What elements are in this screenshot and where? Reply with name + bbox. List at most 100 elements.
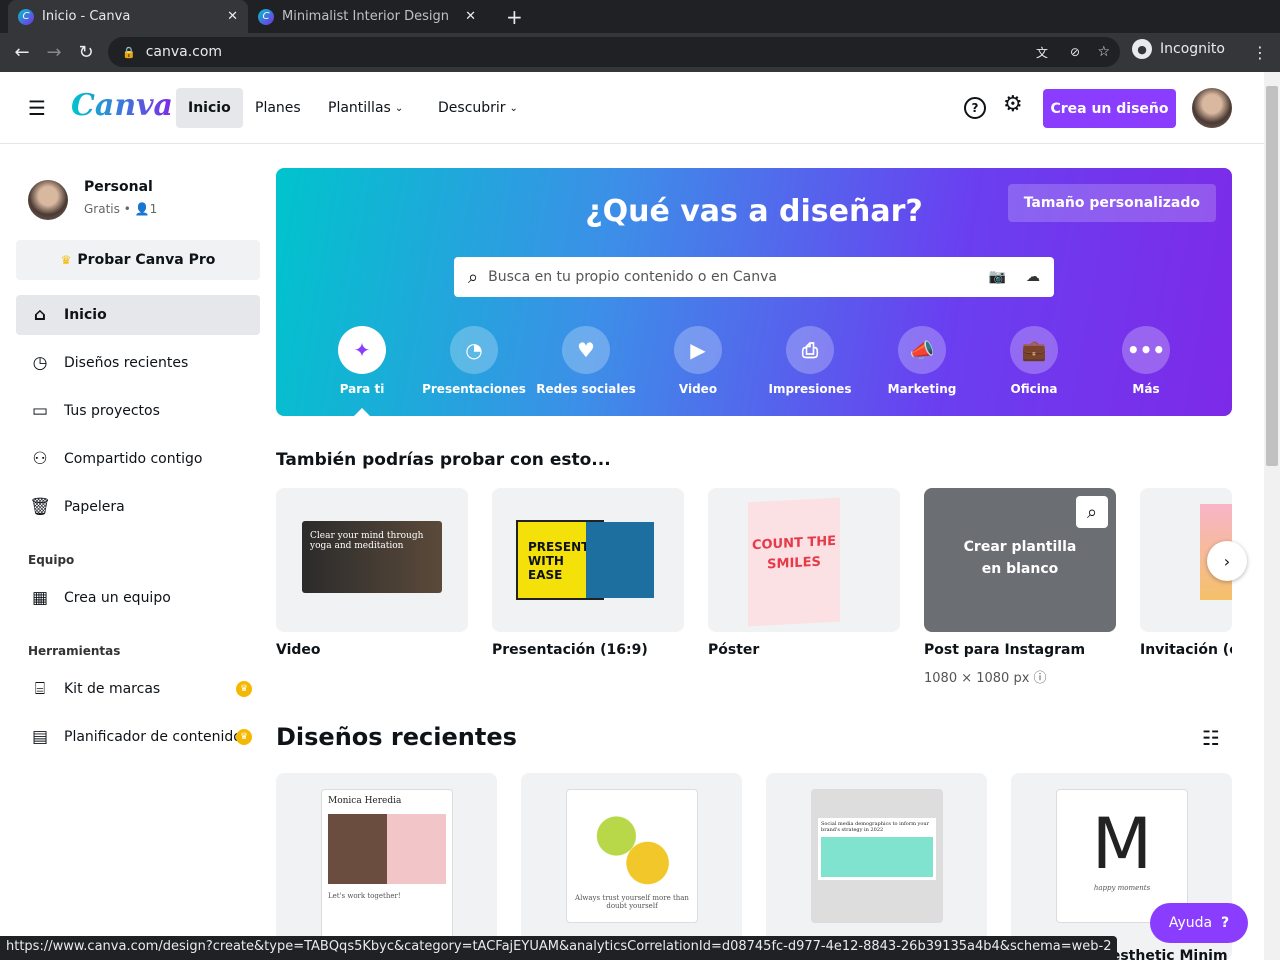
people-icon: ⚇ (32, 449, 48, 469)
canva-favicon-icon: C (258, 8, 274, 25)
upload-cloud-icon[interactable]: ☁ (1026, 269, 1040, 285)
nav-inicio[interactable]: Inicio (176, 88, 243, 128)
incognito-indicator[interactable]: ● Incognito (1132, 39, 1225, 59)
briefcase-icon: 💼 (1010, 326, 1058, 374)
building-icon: ▦ (31, 588, 49, 608)
category-presentaciones[interactable]: ◔ Presentaciones (418, 326, 530, 396)
folder-icon: ▭ (31, 401, 49, 421)
lock-icon: 🔒 (122, 45, 136, 59)
card-dimensions: 1080 × 1080 px ⓘ (924, 671, 1047, 686)
help-icon[interactable]: ? (964, 97, 986, 119)
eye-off-icon[interactable]: ⊘ (1070, 45, 1080, 59)
suggestion-card-poster[interactable]: COUNT THE SMILES (708, 488, 900, 632)
nav-planes[interactable]: Planes (243, 88, 313, 128)
category-redes-sociales[interactable]: ♥ Redes sociales (530, 326, 642, 396)
sidebar-item-projects[interactable]: ▭ Tus proyectos (16, 391, 260, 431)
nav-plantillas[interactable]: Plantillas ⌄ (316, 88, 415, 128)
video-camera-icon: ▶ (674, 326, 722, 374)
sidebar-item-planner[interactable]: ▤ Planificador de contenido ♛ (16, 717, 260, 757)
translate-icon[interactable]: 文 (1036, 44, 1048, 61)
members-icon: 👤 (134, 202, 150, 216)
suggestions-heading: También podrías probar con esto... (276, 450, 611, 470)
account-name[interactable]: Personal (84, 179, 153, 195)
card-label: Invitación (cu (1140, 642, 1232, 658)
carousel-next-chevron-icon[interactable]: › (1207, 541, 1247, 581)
tab-minimalist-interior[interactable]: C Minimalist Interior Design ✕ (248, 0, 486, 33)
browser-toolbar: ← → ↻ 🔒 canva.com 文 ⊘ ☆ ● Incognito ⋮ (0, 33, 1280, 72)
menu-kebab-icon[interactable]: ⋮ (1252, 43, 1268, 62)
reload-icon[interactable]: ↻ (70, 42, 102, 63)
blank-template-overlay: Crear plantilla en blanco (963, 539, 1077, 577)
back-icon[interactable]: ← (6, 42, 38, 63)
category-video[interactable]: ▶ Video (642, 326, 754, 396)
suggestion-card-video[interactable]: Clear your mind through yoga and meditat… (276, 488, 468, 632)
sidebar-item-recent[interactable]: ◷ Diseños recientes (16, 343, 260, 383)
close-tab-icon[interactable]: ✕ (465, 9, 476, 24)
crown-icon: ♛ (60, 253, 72, 267)
recent-design-card[interactable]: Monica Heredia Let's work together! (276, 773, 497, 960)
category-impresiones[interactable]: ⎙ Impresiones (754, 326, 866, 396)
forward-icon[interactable]: → (38, 42, 70, 63)
card-label: Aesthetic Minim (1100, 948, 1228, 964)
heart-icon: ♥ (562, 326, 610, 374)
star-icon[interactable]: ☆ (1097, 44, 1110, 60)
new-tab-button[interactable]: + (496, 0, 533, 33)
suggestion-card-presentation[interactable]: PRESENT WITH EASE (492, 488, 684, 632)
sparkle-icon: ✦ (338, 326, 386, 374)
chevron-down-icon: ⌄ (509, 102, 518, 114)
pro-crown-icon: ♛ (236, 729, 252, 745)
custom-size-button[interactable]: Tamaño personalizado (1007, 184, 1216, 222)
account-plan: Gratis • 👤1 (84, 202, 158, 216)
canva-favicon-icon: C (18, 8, 34, 25)
status-bar-url: https://www.canva.com/design?create&type… (0, 936, 1118, 960)
category-marketing[interactable]: 📣 Marketing (866, 326, 978, 396)
settings-gear-icon[interactable]: ⚙ (1003, 92, 1023, 117)
account-avatar (28, 180, 68, 220)
presentation-icon: ◔ (450, 326, 498, 374)
list-view-icon[interactable]: ☷ (1202, 726, 1220, 750)
printer-icon: ⎙ (786, 326, 834, 374)
close-tab-icon[interactable]: ✕ (227, 9, 238, 24)
video-thumbnail: Clear your mind through yoga and meditat… (302, 521, 442, 593)
design-thumbnail: Monica Heredia Let's work together! (321, 789, 453, 959)
user-avatar[interactable] (1192, 88, 1232, 128)
try-pro-button[interactable]: ♛ Probar Canva Pro (16, 240, 260, 280)
create-design-button[interactable]: Crea un diseño (1043, 89, 1176, 128)
canva-logo[interactable]: Canva (71, 88, 173, 123)
recent-design-card[interactable]: Always trust yourself more than doubt yo… (521, 773, 742, 960)
search-icon: ⌕ (468, 266, 479, 288)
hamburger-menu-icon[interactable]: ☰ (28, 96, 46, 120)
address-bar[interactable]: 🔒 canva.com 文 ⊘ ☆ (108, 37, 1120, 67)
home-icon: ⌂ (33, 305, 47, 325)
sidebar-item-inicio[interactable]: ⌂ Inicio (16, 295, 260, 335)
card-label: Post para Instagram (924, 642, 1086, 658)
help-button[interactable]: Ayuda ? (1150, 903, 1248, 943)
recent-designs-heading: Diseños recientes (276, 723, 517, 751)
trash-icon: 🗑 (29, 497, 51, 517)
nav-descubrir[interactable]: Descubrir ⌄ (426, 88, 530, 128)
presentation-photo (586, 522, 654, 598)
category-mas[interactable]: ••• Más (1090, 326, 1202, 396)
suggestion-card-instagram[interactable]: Crear plantilla en blanco ⌕ (924, 488, 1116, 632)
scrollbar[interactable] (1264, 72, 1280, 960)
clock-icon: ◷ (32, 353, 48, 373)
sidebar-item-create-team[interactable]: ▦ Crea un equipo (16, 578, 260, 618)
card-label: Video (276, 642, 321, 658)
calendar-icon: ▤ (31, 727, 49, 747)
design-thumbnail: Always trust yourself more than doubt yo… (566, 789, 698, 923)
card-label: Presentación (16:9) (492, 642, 648, 658)
search-input[interactable]: ⌕ Busca en tu propio contenido o en Canva… (454, 257, 1054, 297)
scrollbar-thumb[interactable] (1266, 86, 1278, 466)
active-category-pointer (354, 408, 370, 416)
category-para-ti[interactable]: ✦ Para ti (306, 326, 418, 396)
category-oficina[interactable]: 💼 Oficina (978, 326, 1090, 396)
search-icon[interactable]: ⌕ (1076, 496, 1108, 528)
camera-icon[interactable]: 📷 (989, 269, 1006, 285)
sidebar-item-brand-kit[interactable]: ⌸ Kit de marcas ♛ (16, 669, 260, 709)
browser-tab-strip: C Inicio - Canva ✕ C Minimalist Interior De… (0, 0, 1280, 33)
recent-design-card[interactable]: Social media demographics to inform your… (766, 773, 987, 960)
sidebar-item-trash[interactable]: 🗑 Papelera (16, 487, 260, 527)
tab-inicio-canva[interactable]: C Inicio - Canva ✕ (8, 0, 248, 33)
info-icon[interactable]: ⓘ (1034, 671, 1047, 686)
sidebar-item-shared[interactable]: ⚇ Compartido contigo (16, 439, 260, 479)
